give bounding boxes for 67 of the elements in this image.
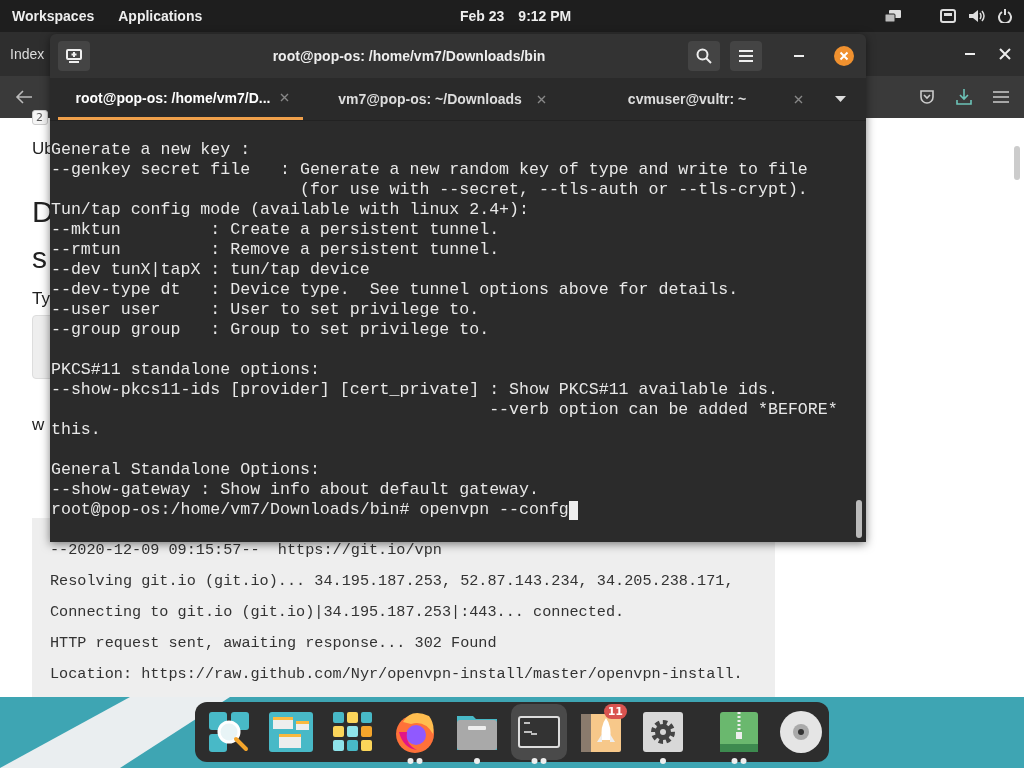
browser-tab[interactable]: Index <box>0 46 45 62</box>
terminal-line: --dev tunX|tapX : tun/tap device <box>51 260 370 280</box>
terminal-tab[interactable]: cvmuser@vultr: ~ <box>572 78 817 120</box>
menu-icon <box>739 50 753 62</box>
notification-badge: 11 <box>603 704 627 719</box>
code-line: Resolving git.io (git.io)... 34.195.187.253, 52.87.143.234, 34.205.238.171, <box>50 571 735 592</box>
applications-button[interactable]: Applications <box>106 8 215 24</box>
terminal-line: --verb option can be added *BEFORE* <box>488 400 838 420</box>
terminal-line: --mktun : Create a persistent tunnel. <box>51 220 500 240</box>
terminal-line: Tun/tap config mode (available with linux 2.4+): <box>51 200 529 220</box>
terminal-line: General Standalone Options: <box>51 460 320 480</box>
terminal-line: root@pop-os:/home/vm7/Downloads/bin# openvpn --confg <box>51 500 569 520</box>
menu-icon[interactable] <box>993 90 1009 104</box>
volume-icon[interactable] <box>968 9 986 23</box>
terminal-line: PKCS#11 standalone options: <box>51 360 320 380</box>
new-tab-button[interactable] <box>58 41 90 71</box>
running-indicator <box>474 758 480 764</box>
text-cursor <box>568 500 578 520</box>
archive-icon <box>719 710 759 754</box>
notification-icon[interactable] <box>940 9 956 23</box>
terminal-line: --rmtun : Remove a persistent tunnel. <box>51 240 500 260</box>
terminal-line: (for use with --secret, --tls-auth or --tls-crypt). <box>298 180 808 200</box>
running-indicator <box>531 758 547 764</box>
terminal-line: this. <box>51 420 101 440</box>
date-text[interactable]: Feb 23 <box>460 8 505 24</box>
magnifier-icon <box>207 710 251 754</box>
fox-globe-icon <box>393 710 437 754</box>
search-icon <box>696 48 712 64</box>
running-indicator <box>660 758 666 764</box>
windows-icon <box>269 712 313 752</box>
back-arrow-icon[interactable] <box>15 90 33 104</box>
code-line: Location: https://raw.github.com/Nyr/openvpn-install/master/openvpn-install. <box>50 664 744 685</box>
terminal-tab[interactable]: vm7@pop-os: ~/Downloads <box>315 78 560 120</box>
download-icon[interactable] <box>955 88 973 106</box>
terminal-line: --dev-type dt : Device type. See tunnel options above for details. <box>51 280 739 300</box>
window-tiling-icon[interactable] <box>884 9 902 23</box>
running-indicator <box>731 758 747 764</box>
time-text[interactable]: 9:12 PM <box>518 8 572 24</box>
app-grid-icon <box>333 712 373 752</box>
terminal-icon <box>518 716 560 748</box>
code-line: HTTP request sent, awaiting response... 302 Found <box>50 633 498 654</box>
page-tab[interactable]: 2 <box>32 110 48 125</box>
terminal-line: Generate a new key : <box>51 140 251 160</box>
search-button[interactable] <box>688 41 720 71</box>
dropdown-caret-icon[interactable] <box>835 96 846 102</box>
terminal-line: --show-gateway : Show info about default gateway. <box>51 480 539 500</box>
close-icon[interactable] <box>834 46 854 66</box>
scrollbar[interactable] <box>856 500 862 538</box>
disc-icon <box>779 710 823 754</box>
scrollbar[interactable] <box>1014 146 1020 180</box>
code-line: --2020-12-09 09:15:57-- https://git.io/vpn <box>50 540 443 561</box>
terminal-line: --show-pkcs11-ids [provider] [cert_private] : Show PKCS#11 available ids. <box>51 380 778 400</box>
terminal-line: --genkey secret file : Generate a new random key of type and write to file <box>51 160 808 180</box>
gear-icon <box>643 712 683 752</box>
dock-app-button[interactable]: 11 <box>573 704 629 760</box>
text-fragment: Ty <box>32 289 50 309</box>
text-fragment: w <box>32 415 45 435</box>
new-tab-icon <box>66 49 82 63</box>
window-title: root@pop-os: /home/vm7/Downloads/bin <box>271 48 547 64</box>
power-icon[interactable] <box>998 9 1012 23</box>
code-line: Connecting to git.io (git.io)|34.195.187.253|:443... connected. <box>50 602 626 623</box>
heading-fragment: s <box>32 241 47 275</box>
terminal-line: --user user : User to set privilege to. <box>51 300 480 320</box>
workspaces-button[interactable]: Workspaces <box>0 8 107 24</box>
terminal-line: --group group : Group to set privilege to. <box>51 320 490 340</box>
menu-button[interactable] <box>730 41 762 71</box>
running-indicator <box>407 758 423 764</box>
